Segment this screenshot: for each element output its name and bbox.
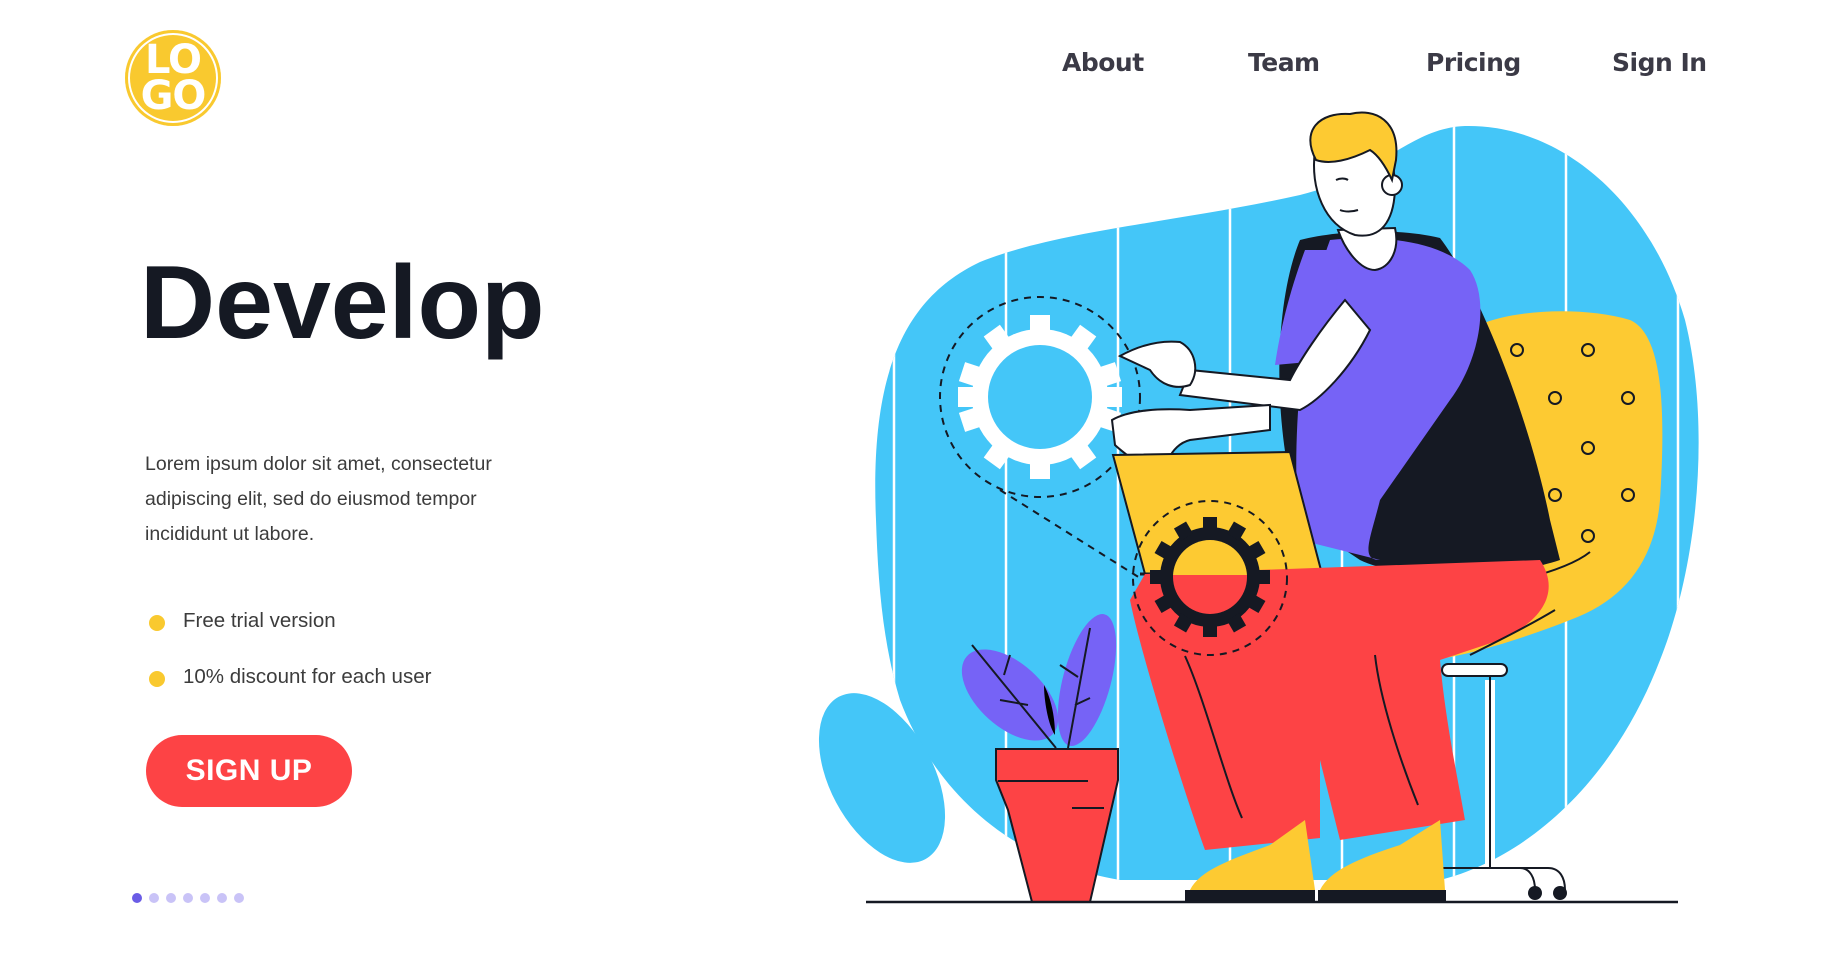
pagination-dots (132, 893, 244, 903)
wall-stripes (892, 125, 1680, 880)
feature-item: Free trial version (147, 608, 431, 664)
bullet-dot-icon (149, 671, 165, 687)
gear-icon-dark (1132, 500, 1288, 656)
bullet-dot-icon (149, 615, 165, 631)
pagination-dot-2[interactable] (149, 893, 159, 903)
feature-item: 10% discount for each user (147, 664, 431, 720)
nav-team[interactable]: Team (1248, 48, 1320, 77)
feature-label: Free trial version (183, 609, 336, 632)
small-blob (818, 693, 946, 863)
pagination-dot-5[interactable] (200, 893, 210, 903)
gear-icon-white (939, 296, 1176, 601)
plant-pot (961, 614, 1119, 903)
pagination-dot-4[interactable] (183, 893, 193, 903)
page-title: Develop (140, 245, 545, 361)
background-blob (875, 125, 1699, 880)
pagination-dot-7[interactable] (234, 893, 244, 903)
chair (1410, 311, 1663, 900)
feature-label: 10% discount for each user (183, 665, 432, 688)
feature-list: Free trial version 10% discount for each… (147, 608, 431, 720)
pagination-dot-1[interactable] (132, 893, 142, 903)
nav-about[interactable]: About (1062, 48, 1144, 77)
hero-description: Lorem ipsum dolor sit amet, consectetur … (145, 453, 492, 545)
pagination-dot-3[interactable] (166, 893, 176, 903)
sign-up-button[interactable]: SIGN UP (146, 735, 352, 807)
top-nav: About Team Pricing Sign In (0, 48, 1837, 88)
person-character (1110, 111, 1560, 902)
nav-pricing[interactable]: Pricing (1426, 48, 1521, 77)
nav-sign-in[interactable]: Sign In (1612, 48, 1707, 77)
pagination-dot-6[interactable] (217, 893, 227, 903)
